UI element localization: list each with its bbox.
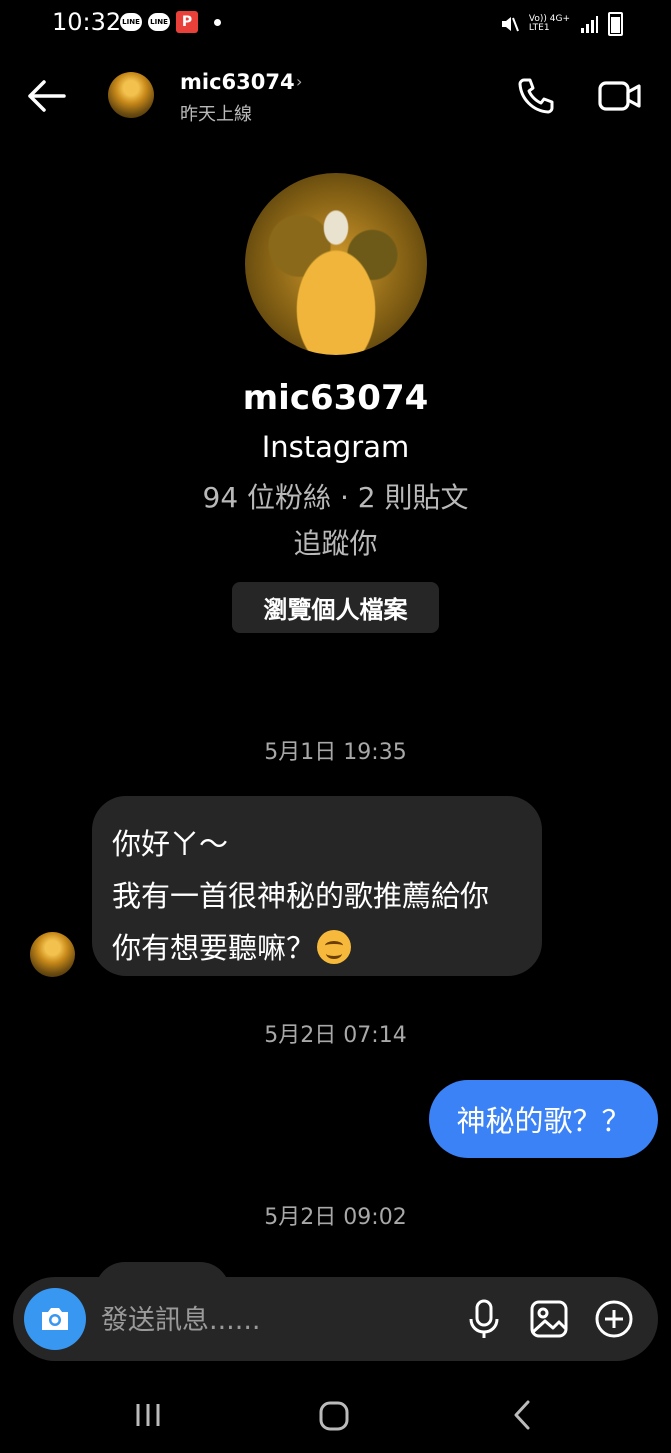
message-line: 你好ㄚ～ <box>112 827 229 861</box>
notification-icons: LINE LINE P <box>120 11 221 33</box>
signal-icon <box>581 16 598 33</box>
app-notification-icon: P <box>176 11 198 33</box>
chat-header: mic63074 › 昨天上線 <box>0 60 671 136</box>
system-status-icons: Vo)) 4G+ LTE1 <box>499 12 623 36</box>
message-timestamp: 5月2日 09:02 <box>264 1205 407 1230</box>
network-indicator: Vo)) 4G+ LTE1 <box>528 14 570 33</box>
status-bar: 10:32 LINE LINE P Vo)) 4G+ LTE1 <box>0 0 671 48</box>
message-timestamp: 5月2日 07:14 <box>264 1023 407 1048</box>
battery-icon <box>608 12 623 36</box>
line-app-icon: LINE <box>148 13 170 31</box>
message-line: 我有一首很神秘的歌推薦給你 <box>112 879 490 913</box>
system-navigation-bar <box>0 1380 671 1453</box>
profile-name: mic63074 <box>242 378 429 418</box>
profile-stats: 94 位粉絲 · 2 則貼文 <box>202 481 469 514</box>
message-composer <box>13 1277 658 1361</box>
mute-icon <box>501 17 519 32</box>
outgoing-message-bubble[interactable]: 神秘的歌？？ <box>429 1080 658 1158</box>
back-chevron-icon[interactable] <box>510 1398 534 1432</box>
recent-apps-icon[interactable] <box>133 1400 163 1430</box>
chat-username[interactable]: mic63074 <box>180 70 295 94</box>
status-time: 10:32 <box>52 8 122 36</box>
last-seen-status: 昨天上線 <box>180 104 252 125</box>
home-icon[interactable] <box>318 1400 350 1432</box>
back-arrow-icon[interactable] <box>26 78 66 114</box>
more-notifications-icon <box>214 18 221 26</box>
camera-icon <box>42 1308 68 1330</box>
plus-icon[interactable] <box>594 1299 634 1339</box>
profile-platform: Instagram <box>261 430 410 464</box>
image-icon[interactable] <box>529 1299 569 1339</box>
view-profile-button[interactable]: 瀏覽個人檔案 <box>232 582 439 633</box>
smiling-face-emoji-icon <box>317 930 352 964</box>
message-input[interactable] <box>99 1301 453 1339</box>
chevron-right-icon[interactable]: › <box>296 72 302 91</box>
avatar[interactable] <box>108 72 154 118</box>
microphone-icon[interactable] <box>467 1299 501 1339</box>
phone-icon[interactable] <box>516 76 556 116</box>
message-line: 你有想要聽嘛？ <box>112 922 522 974</box>
sender-avatar[interactable] <box>30 932 75 977</box>
line-app-icon: LINE <box>120 13 142 31</box>
profile-avatar[interactable] <box>245 173 427 355</box>
message-timestamp: 5月1日 19:35 <box>264 740 407 765</box>
follow-status: 追蹤你 <box>293 527 378 560</box>
incoming-message-bubble[interactable]: 你好ㄚ～ 我有一首很神秘的歌推薦給你 你有想要聽嘛？ <box>92 796 542 976</box>
video-camera-icon[interactable] <box>598 78 642 114</box>
camera-button[interactable] <box>24 1288 86 1350</box>
